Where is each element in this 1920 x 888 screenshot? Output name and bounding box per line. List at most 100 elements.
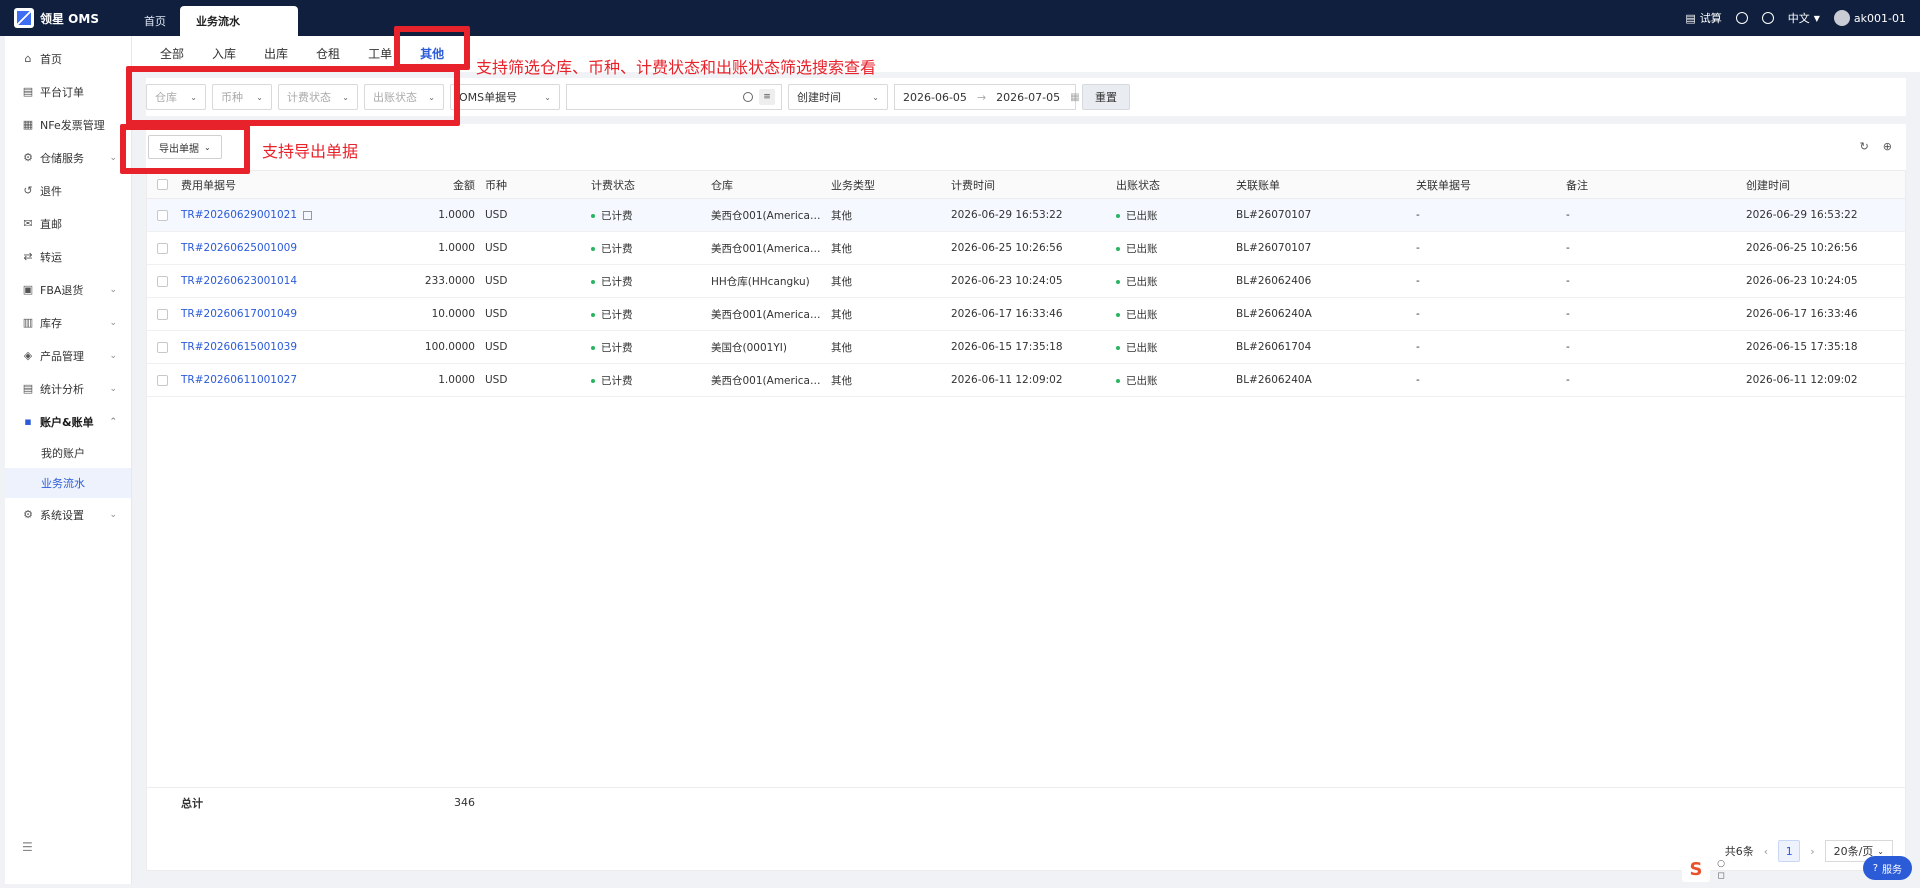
batch-search-icon[interactable]: ≡: [759, 89, 775, 105]
row-checkbox[interactable]: [147, 341, 177, 353]
status-dot-icon: [591, 345, 595, 350]
row-related-no: -: [1416, 209, 1420, 221]
copy-icon[interactable]: [303, 210, 313, 220]
top-tab-home[interactable]: 首页: [130, 6, 180, 36]
sidebar-item-returns[interactable]: ↺ 退件: [5, 174, 131, 207]
sidebar-item-platform-orders[interactable]: ▤ 平台订单: [5, 75, 131, 108]
calc-label: 试算: [1699, 12, 1722, 25]
sidebar-item-transfer[interactable]: ⇄ 转运: [5, 240, 131, 273]
sidebar-item-label: 转运: [40, 250, 62, 264]
top-bar: 领星 OMS 首页 业务流水 ▤ 试算 中文 ▼ ak001-01: [0, 0, 1920, 36]
sidebar-item-statistics[interactable]: ▤ 统计分析 ⌄: [5, 372, 131, 405]
search-input[interactable]: ≡: [566, 84, 782, 110]
row-no-link[interactable]: TR#20260625001009: [181, 242, 297, 254]
sidebar-item-label: 统计分析: [40, 382, 84, 396]
calc-button[interactable]: ▤ 试算: [1685, 10, 1721, 26]
col-header-amount: 金额: [453, 178, 475, 192]
col-header-settle-status: 出账状态: [1116, 178, 1160, 192]
row-checkbox[interactable]: [147, 308, 177, 320]
table-row[interactable]: TR#20260625001009 1.0000 USD 已计费 美西仓001(…: [147, 232, 1905, 265]
table-row[interactable]: TR#20260611001027 1.0000 USD 已计费 美西仓001(…: [147, 364, 1905, 397]
sidebar-item-label: 仓储服务: [40, 151, 84, 165]
sidebar-item-fba-returns[interactable]: ▣ FBA退货 ⌄: [5, 273, 131, 306]
row-currency: USD: [485, 275, 508, 287]
date-end: 2026-07-05: [996, 90, 1061, 104]
pagination-total: 共6条: [1724, 845, 1754, 858]
status-dot-icon: [591, 246, 595, 251]
settings-icon: ⚙: [23, 507, 33, 521]
data-table: 费用单据号 金额 币种 计费状态 仓库 业务类型 计费时间 出账状态 关联账单 …: [146, 170, 1906, 871]
row-checkbox[interactable]: [147, 275, 177, 287]
next-page-icon[interactable]: ›: [1810, 845, 1814, 858]
row-checkbox[interactable]: [147, 242, 177, 254]
row-no-link[interactable]: TR#20260615001039: [181, 341, 297, 353]
prev-page-icon[interactable]: ‹: [1764, 845, 1768, 858]
sidebar-item-label: 产品管理: [40, 349, 84, 363]
row-checkbox[interactable]: [147, 209, 177, 221]
row-no-link[interactable]: TR#20260623001014: [181, 275, 297, 287]
input-method-logo[interactable]: S: [1682, 858, 1710, 882]
search-type-select[interactable]: OMS单据号 ⌄: [450, 84, 560, 110]
select-all-checkbox[interactable]: [147, 179, 177, 190]
settings-gear-icon[interactable]: [1761, 12, 1774, 24]
sidebar-item-direct-mail[interactable]: ✉ 直邮: [5, 207, 131, 240]
row-billing-time: 2026-06-23 10:24:05: [951, 275, 1063, 287]
row-related-bill: BL#2606240A: [1236, 308, 1312, 320]
table-row[interactable]: TR#20260615001039 100.0000 USD 已计费 美国仓(0…: [147, 331, 1905, 364]
search-icon[interactable]: [743, 92, 753, 102]
sidebar-item-inventory[interactable]: ▥ 库存 ⌄: [5, 306, 131, 339]
sidebar-item-warehouse-service[interactable]: ⚙ 仓储服务 ⌄: [5, 141, 131, 174]
row-amount: 1.0000: [438, 242, 475, 254]
row-checkbox[interactable]: [147, 374, 177, 386]
row-billing-status: 已计费: [587, 208, 707, 223]
row-settle-status-label: 已出账: [1126, 341, 1158, 354]
row-billing-time: 2026-06-25 10:26:56: [951, 242, 1063, 254]
status-dot-icon: [1116, 279, 1120, 284]
sidebar-item-home[interactable]: ⌂ 首页: [5, 42, 131, 75]
row-no-link[interactable]: TR#20260617001049: [181, 308, 297, 320]
row-settle-status: 已出账: [1112, 307, 1232, 322]
page-number[interactable]: 1: [1778, 840, 1801, 862]
user-menu[interactable]: ak001-01: [1833, 10, 1906, 26]
reset-button[interactable]: 重置: [1082, 84, 1130, 110]
stock-icon: ▥: [22, 315, 34, 329]
sidebar-subitem-business-flow[interactable]: 业务流水: [5, 468, 131, 498]
table-row[interactable]: TR#20260623001014 233.0000 USD 已计费 HH仓库(…: [147, 265, 1905, 298]
time-type-value: 创建时间: [797, 91, 841, 104]
input-method-tools-icon[interactable]: ○ ◻: [1714, 858, 1728, 882]
row-currency: USD: [485, 242, 508, 254]
arrow-right-icon: →: [976, 90, 987, 104]
sidebar-item-account-billing[interactable]: ▪ 账户&账单 ⌃: [5, 405, 131, 438]
row-settle-status-label: 已出账: [1126, 275, 1158, 288]
row-billing-status-label: 已计费: [601, 374, 633, 387]
chevron-down-icon: ⌄: [1877, 846, 1884, 856]
language-select[interactable]: 中文 ▼: [1788, 10, 1820, 26]
row-no-link[interactable]: TR#20260629001021: [181, 209, 297, 221]
row-no-link[interactable]: TR#20260611001027: [181, 374, 297, 386]
row-related-no: -: [1416, 341, 1420, 353]
brand[interactable]: 领星 OMS: [0, 8, 130, 28]
sidebar-subitem-my-account[interactable]: 我的账户: [5, 438, 131, 468]
sidebar-item-system-settings[interactable]: ⚙ 系统设置 ⌄: [5, 498, 131, 531]
zoom-icon[interactable]: ⊕: [1883, 140, 1892, 153]
date-range-picker[interactable]: 2026-06-05 → 2026-07-05 ▦: [894, 84, 1080, 110]
row-settle-status: 已出账: [1112, 241, 1232, 256]
refresh-icon[interactable]: ↻: [1860, 140, 1869, 153]
row-billing-status-label: 已计费: [601, 308, 633, 321]
brand-logo-icon: [14, 8, 34, 28]
row-created: 2026-06-23 10:24:05: [1746, 275, 1858, 287]
top-tab-business-flow[interactable]: 业务流水: [180, 6, 298, 36]
download-icon[interactable]: [1735, 12, 1748, 24]
row-no: TR#20260625001009: [177, 242, 355, 254]
row-amount: 1.0000: [438, 209, 475, 221]
col-header-biz-type: 业务类型: [831, 178, 875, 192]
sidebar-item-products[interactable]: ◈ 产品管理 ⌄: [5, 339, 131, 372]
row-biz-type: 其他: [831, 242, 852, 255]
collapse-sidebar-icon[interactable]: ☰: [22, 840, 33, 854]
service-button[interactable]: ? 服务: [1862, 856, 1912, 880]
table-row[interactable]: TR#20260617001049 10.0000 USD 已计费 美西仓001…: [147, 298, 1905, 331]
sidebar-item-nfe-invoice[interactable]: ▦ NFe发票管理: [5, 108, 131, 141]
table-row[interactable]: TR#20260629001021 1.0000 USD 已计费 美西仓001(…: [147, 199, 1905, 232]
time-type-select[interactable]: 创建时间 ⌄: [788, 84, 888, 110]
row-biz-type: 其他: [831, 308, 852, 321]
